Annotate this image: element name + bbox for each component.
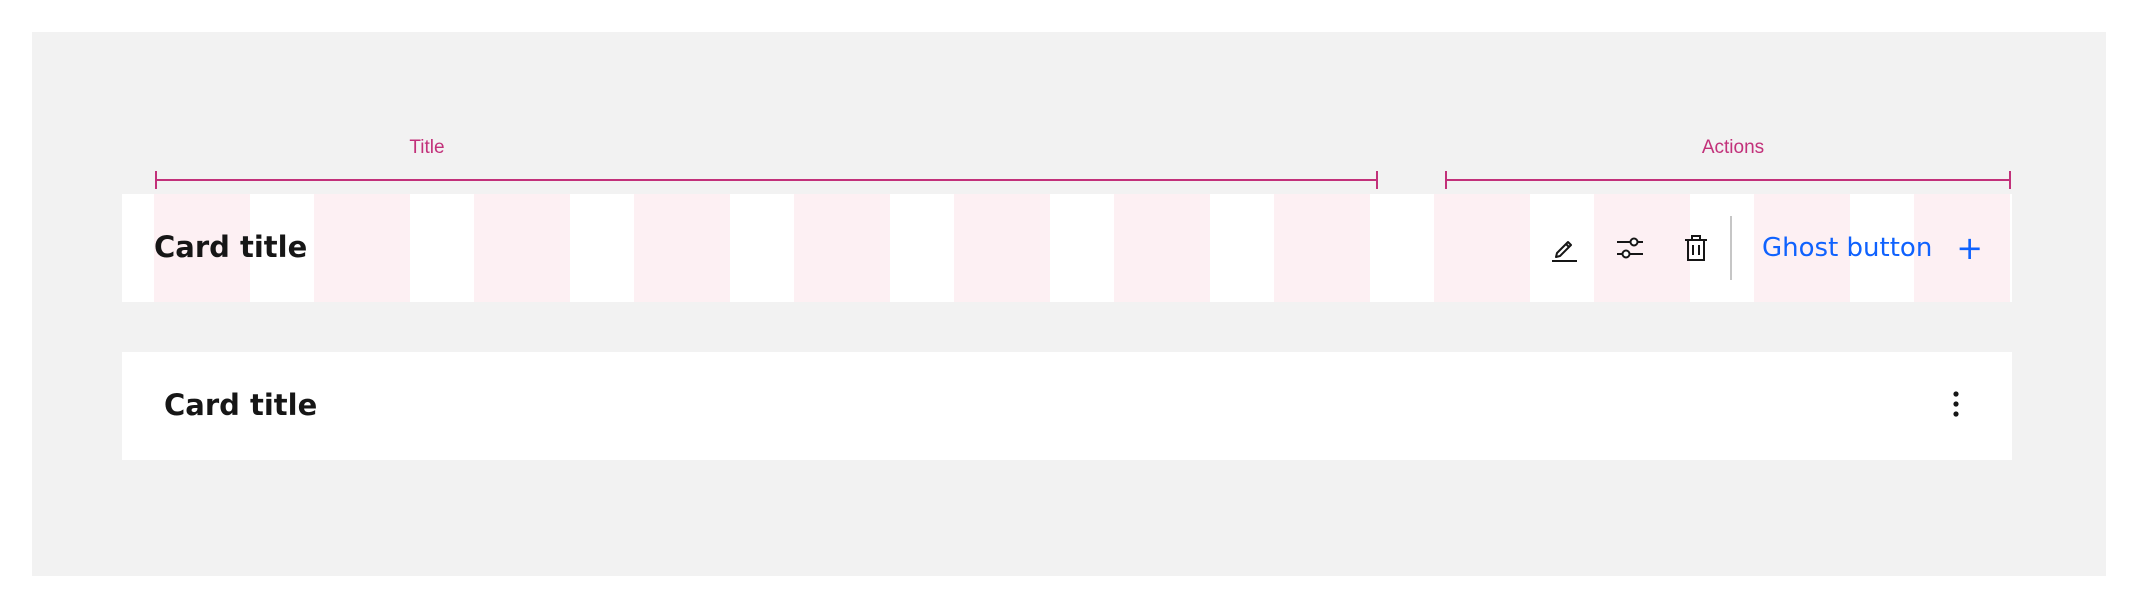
grid-column (794, 194, 890, 302)
edit-icon (1549, 233, 1579, 263)
title-annotation-tick-left (155, 171, 157, 189)
card-title: Card title (164, 388, 318, 422)
settings-adjust-button[interactable] (1598, 216, 1662, 280)
actions-annotation-label: Actions (1701, 137, 1765, 158)
grid-column (1114, 194, 1210, 302)
card-header-with-overflow: Card title (122, 352, 2012, 460)
actions-annotation-tick-left (1445, 171, 1447, 189)
card-header-with-actions: Card title Ghost button + (122, 194, 2012, 302)
title-annotation-tick-right (1376, 171, 1378, 189)
ghost-button[interactable]: Ghost button + (1762, 216, 1983, 280)
overflow-menu-button[interactable] (1924, 374, 1988, 438)
grid-column (474, 194, 570, 302)
grid-column (314, 194, 410, 302)
grid-column (1274, 194, 1370, 302)
actions-divider (1730, 216, 1732, 280)
ghost-button-label: Ghost button (1762, 233, 1933, 263)
grid-column (634, 194, 730, 302)
overflow-menu-vertical-icon (1951, 389, 1961, 424)
actions-annotation-tick-right (2009, 171, 2011, 189)
title-annotation-label: Title (409, 137, 445, 158)
grid-column (954, 194, 1050, 302)
title-annotation-line (155, 179, 1378, 181)
spec-canvas: Title Actions (32, 32, 2106, 576)
delete-button[interactable] (1664, 216, 1728, 280)
card-title: Card title (154, 230, 308, 264)
actions-annotation-line (1445, 179, 2011, 181)
settings-adjust-icon (1615, 233, 1645, 263)
edit-button[interactable] (1532, 216, 1596, 280)
grid-column (1434, 194, 1530, 302)
add-icon: + (1956, 229, 1984, 267)
trash-can-icon (1681, 233, 1711, 263)
